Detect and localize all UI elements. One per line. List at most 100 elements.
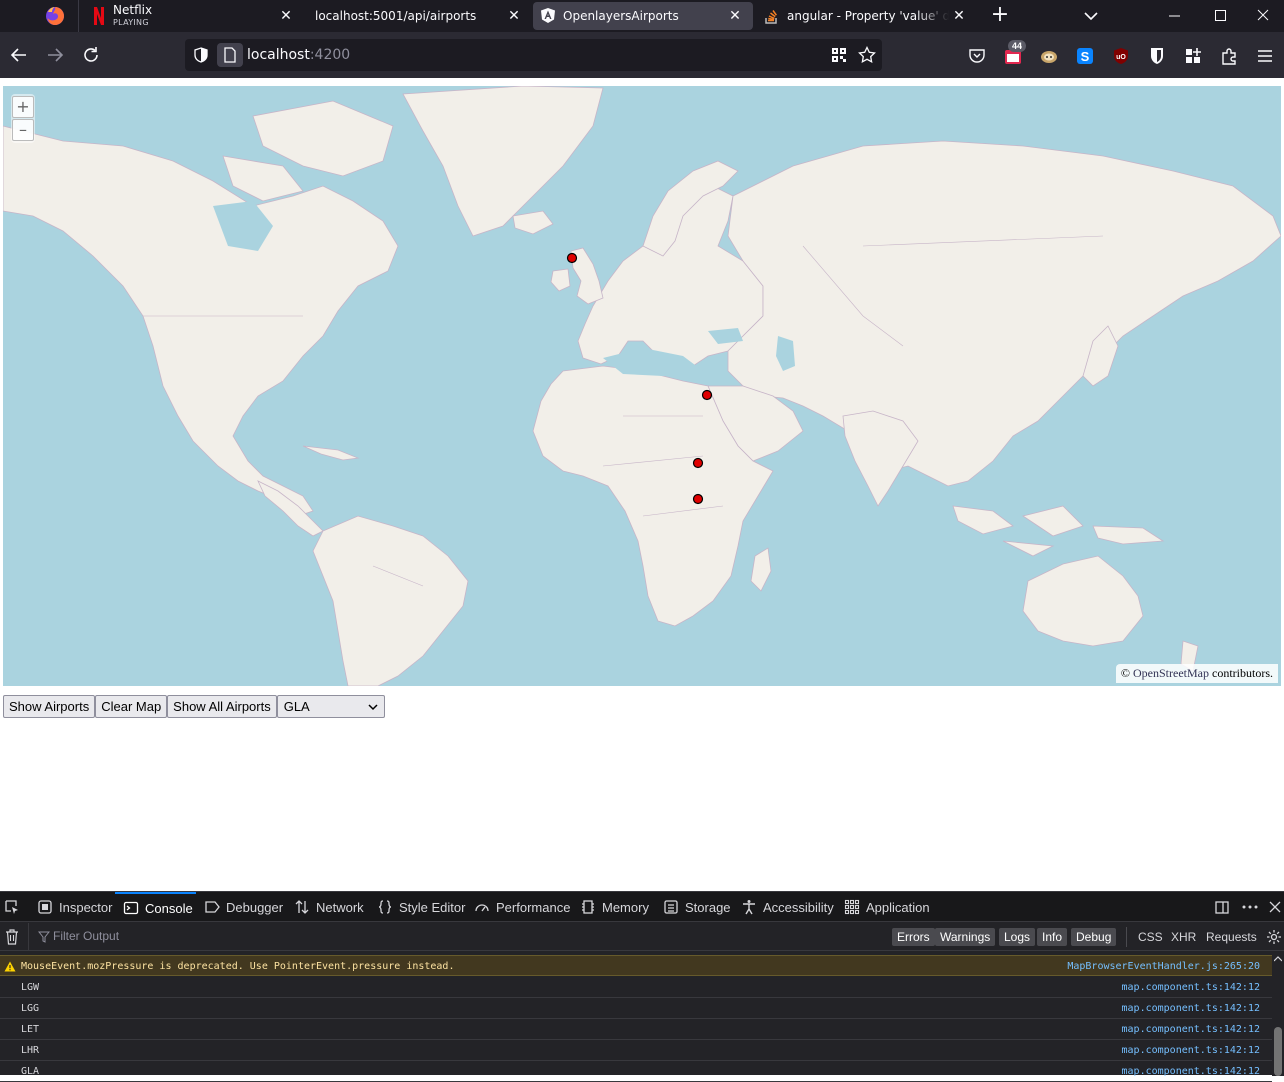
close-icon[interactable]: ✕ (506, 8, 522, 24)
message-text: LGW (21, 982, 40, 993)
devtools-panel: Inspector Console Debugger Network Style… (0, 891, 1284, 1082)
tab-api-airports[interactable]: localhost:5001/api/airports ✕ (304, 0, 532, 32)
firefox-menu-icon[interactable] (44, 5, 66, 27)
window-close-icon[interactable] (1240, 0, 1284, 32)
tab-label: Network (316, 899, 364, 915)
devtools-tab-bar: Inspector Console Debugger Network Style… (0, 892, 1284, 922)
message-source-link[interactable]: map.component.ts:142:12 (1122, 1040, 1260, 1061)
accessibility-icon (743, 900, 755, 915)
message-source-link[interactable]: map.component.ts:142:12 (1122, 977, 1260, 998)
skype-extension-icon[interactable]: S (1076, 47, 1094, 65)
tab-performance[interactable]: Performance (474, 892, 570, 922)
scroll-up-arrow-icon[interactable] (1274, 955, 1282, 963)
address-bar[interactable]: localhost:4200 (185, 39, 882, 71)
filter-output-input[interactable]: Filter Output (53, 929, 119, 943)
zoom-in-button[interactable]: + (12, 96, 34, 118)
filter-xhr-button[interactable]: XHR (1171, 928, 1196, 946)
tab-console[interactable]: Console (115, 892, 196, 922)
message-text: LHR (21, 1045, 40, 1056)
map-attribution: © OpenStreetMap contributors. (1115, 664, 1278, 683)
hamburger-menu-icon[interactable] (1256, 47, 1274, 65)
show-airports-button[interactable]: Show Airports (3, 695, 96, 718)
filter-css-button[interactable]: CSS (1138, 928, 1163, 946)
message-source-link[interactable]: map.component.ts:142:12 (1122, 998, 1260, 1019)
close-icon[interactable]: ✕ (278, 8, 294, 24)
network-arrows-icon (295, 900, 309, 914)
shield-icon[interactable] (193, 47, 209, 63)
puzzle-extensions-icon[interactable] (1220, 47, 1238, 65)
tab-accessibility[interactable]: Accessibility (741, 892, 834, 922)
filter-warnings-button[interactable]: Warnings (935, 928, 996, 946)
filter-info-button[interactable]: Info (1037, 928, 1068, 946)
page-icon (224, 47, 236, 63)
airport-marker[interactable] (692, 493, 704, 505)
tab-title: localhost:5001/api/airports (315, 9, 477, 23)
close-icon[interactable]: ✕ (727, 8, 743, 24)
filter-logs-button[interactable]: Logs (999, 928, 1036, 946)
element-picker-icon[interactable] (4, 899, 20, 915)
openstreetmap-link[interactable]: OpenStreetMap (1133, 666, 1209, 680)
message-source-link[interactable]: MapBrowserEventHandler.js:265:20 (1067, 956, 1260, 977)
maximize-icon[interactable] (1198, 0, 1244, 32)
braces-icon (378, 900, 392, 914)
bookmark-star-icon[interactable] (858, 46, 876, 64)
console-log-message: LET map.component.ts:142:12 (0, 1019, 1272, 1040)
minimize-icon[interactable] (1152, 0, 1198, 32)
page-info-button[interactable] (217, 43, 243, 67)
warning-icon (4, 961, 16, 972)
message-source-link[interactable]: map.component.ts:142:12 (1122, 1061, 1260, 1082)
airport-marker[interactable] (692, 457, 704, 469)
filter-funnel-icon (38, 931, 50, 943)
dock-side-icon[interactable] (1214, 899, 1230, 915)
gear-icon[interactable] (1266, 929, 1282, 945)
pocket-icon[interactable] (968, 47, 986, 65)
new-tab-button[interactable]: + (988, 4, 1012, 28)
reload-icon[interactable] (80, 44, 102, 66)
tab-inspector[interactable]: Inspector (37, 892, 112, 922)
trash-icon[interactable] (5, 929, 19, 945)
tab-storage[interactable]: Storage (663, 892, 731, 922)
filter-requests-button[interactable]: Requests (1206, 928, 1257, 946)
tab-openlayers-airports[interactable]: OpenlayersAirports ✕ (533, 2, 753, 30)
filter-debug-button[interactable]: Debug (1071, 928, 1117, 946)
airport-select[interactable]: GLA (276, 695, 385, 718)
tab-memory[interactable]: Memory (580, 892, 649, 922)
console-icon (123, 901, 139, 915)
openlayers-map[interactable]: + – © OpenStreetMap contributors. (3, 86, 1281, 686)
back-arrow-icon[interactable] (8, 44, 30, 66)
tab-netflix[interactable]: Netflix PLAYING ✕ (78, 0, 304, 32)
bitwarden-icon[interactable] (1148, 47, 1166, 65)
url-port: :4200 (309, 47, 351, 63)
close-devtools-icon[interactable] (1268, 900, 1282, 914)
airport-marker[interactable] (566, 252, 578, 264)
close-icon[interactable]: ✕ (951, 8, 967, 24)
tab-network[interactable]: Network (294, 892, 364, 922)
clear-map-button[interactable]: Clear Map (95, 695, 168, 718)
tab-style-editor[interactable]: Style Editor (377, 892, 465, 922)
angular-icon (541, 8, 555, 23)
qr-code-icon[interactable] (831, 47, 847, 63)
message-source-link[interactable]: map.component.ts:142:12 (1122, 1019, 1260, 1040)
tab-stackoverflow[interactable]: angular - Property 'value' does not exis… (755, 0, 975, 32)
zoom-out-button[interactable]: – (12, 119, 34, 141)
extension-sloth-icon[interactable] (1040, 47, 1058, 65)
netflix-icon (94, 7, 104, 25)
tab-title: angular - Property 'value' does not exis… (787, 9, 949, 23)
message-text: GLA (21, 1066, 40, 1077)
scrollbar-thumb[interactable] (1274, 1027, 1282, 1076)
extensions-grid-icon[interactable] (1184, 47, 1202, 65)
more-options-icon[interactable] (1241, 899, 1259, 915)
airport-marker[interactable] (701, 389, 713, 401)
forward-arrow-icon[interactable] (44, 44, 66, 66)
console-warning-message: MouseEvent.mozPressure is deprecated. Us… (0, 955, 1272, 976)
ublock-origin-icon[interactable]: uO (1112, 47, 1130, 65)
url-text[interactable]: localhost:4200 (247, 47, 350, 63)
chevron-down-icon[interactable] (1080, 6, 1102, 26)
tab-application[interactable]: Application (844, 892, 930, 922)
tab-debugger[interactable]: Debugger (204, 892, 283, 922)
filter-errors-button[interactable]: Errors (892, 928, 935, 946)
stackoverflow-icon (765, 10, 778, 24)
page-content: + – © OpenStreetMap contributors. Show A… (0, 78, 1284, 891)
show-all-airports-button[interactable]: Show All Airports (167, 695, 277, 718)
message-text: LET (21, 1024, 40, 1035)
